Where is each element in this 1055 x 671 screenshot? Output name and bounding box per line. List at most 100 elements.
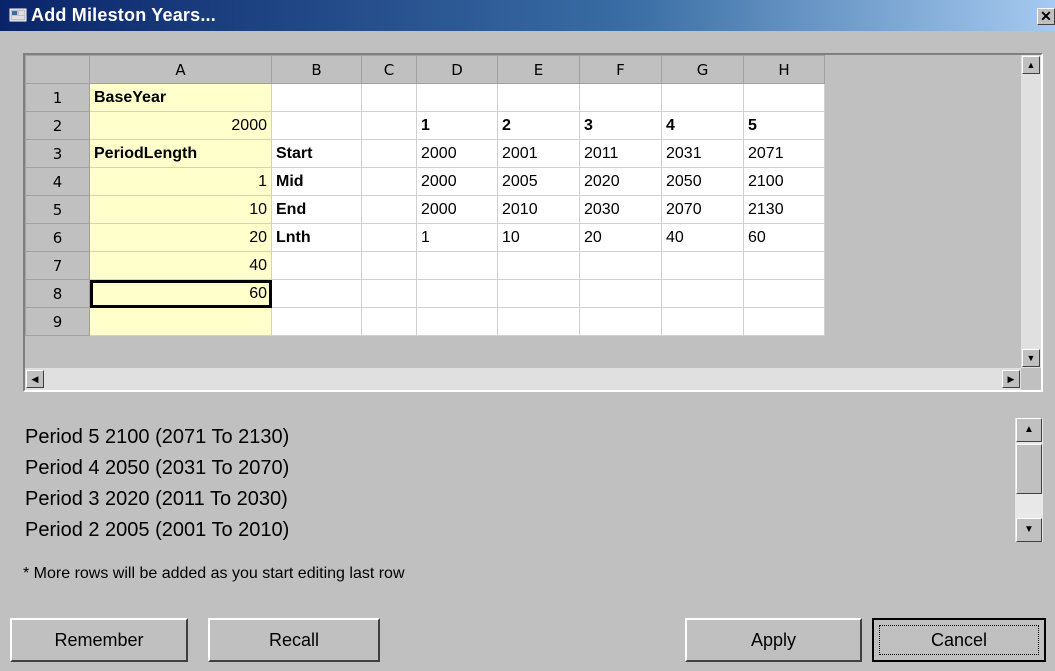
grid-cell-a3[interactable]: PeriodLength	[89, 139, 272, 168]
grid-cell-e8[interactable]	[497, 279, 580, 308]
grid-corner-header[interactable]	[25, 55, 90, 84]
scroll-up-button[interactable]: ▲	[1022, 56, 1040, 74]
row-header[interactable]: 3	[25, 139, 90, 168]
grid-cell-f3[interactable]: 2011	[579, 139, 662, 168]
grid-cell-h2[interactable]: 5	[743, 111, 825, 140]
grid-cell-b9[interactable]	[271, 307, 362, 336]
grid-cell-f5[interactable]: 2030	[579, 195, 662, 224]
grid-cell-d1[interactable]	[416, 83, 498, 112]
column-header-h[interactable]: H	[743, 55, 825, 84]
grid-cell-b2[interactable]	[271, 111, 362, 140]
list-item[interactable]: Period 5 2100 (2071 To 2130)	[25, 422, 1005, 453]
grid-cell-f7[interactable]	[579, 251, 662, 280]
grid-cell-g6[interactable]: 40	[661, 223, 744, 252]
grid-cell-f6[interactable]: 20	[579, 223, 662, 252]
scroll-left-button[interactable]: ◀	[26, 370, 44, 388]
row-header[interactable]: 8	[25, 279, 90, 308]
scroll-down-button[interactable]: ▼	[1022, 349, 1040, 367]
grid-cell-h3[interactable]: 2071	[743, 139, 825, 168]
grid-cell-d2[interactable]: 1	[416, 111, 498, 140]
column-header-f[interactable]: F	[579, 55, 662, 84]
grid-cell-g2[interactable]: 4	[661, 111, 744, 140]
grid-cell-e1[interactable]	[497, 83, 580, 112]
grid-cell-c6[interactable]	[361, 223, 417, 252]
recall-button[interactable]: Recall	[208, 618, 380, 662]
grid-cell-c5[interactable]	[361, 195, 417, 224]
grid-horizontal-scrollbar[interactable]: ◀ ▶	[25, 368, 1021, 390]
spreadsheet-grid[interactable]: ABCDEFGH 1 BaseYear 2 2000 1 2 3 4 5 3 PeriodLengt…	[23, 53, 1043, 392]
period-list[interactable]: Period 5 2100 (2071 To 2130) Period 4 20…	[25, 422, 1005, 546]
grid-cell-g4[interactable]: 2050	[661, 167, 744, 196]
column-header-g[interactable]: G	[661, 55, 744, 84]
grid-cell-g1[interactable]	[661, 83, 744, 112]
column-header-a[interactable]: A	[89, 55, 272, 84]
column-header-c[interactable]: C	[361, 55, 417, 84]
grid-cell-f1[interactable]	[579, 83, 662, 112]
grid-cell-c4[interactable]	[361, 167, 417, 196]
row-header[interactable]: 6	[25, 223, 90, 252]
grid-cell-e3[interactable]: 2001	[497, 139, 580, 168]
grid-cell-h9[interactable]	[743, 307, 825, 336]
grid-cell-h5[interactable]: 2130	[743, 195, 825, 224]
grid-cell-c3[interactable]	[361, 139, 417, 168]
grid-cell-g9[interactable]	[661, 307, 744, 336]
grid-cell-d4[interactable]: 2000	[416, 167, 498, 196]
grid-cell-g7[interactable]	[661, 251, 744, 280]
grid-cell-h6[interactable]: 60	[743, 223, 825, 252]
grid-cell-d8[interactable]	[416, 279, 498, 308]
row-header[interactable]: 4	[25, 167, 90, 196]
list-item[interactable]: Period 3 2020 (2011 To 2030)	[25, 484, 1005, 515]
grid-cell-c2[interactable]	[361, 111, 417, 140]
grid-cell-a4[interactable]: 1	[89, 167, 272, 196]
grid-cell-c7[interactable]	[361, 251, 417, 280]
remember-button[interactable]: Remember	[10, 618, 188, 662]
grid-cell-b7[interactable]	[271, 251, 362, 280]
list-item[interactable]: Period 2 2005 (2001 To 2010)	[25, 515, 1005, 546]
grid-cell-g5[interactable]: 2070	[661, 195, 744, 224]
row-header[interactable]: 7	[25, 251, 90, 280]
grid-cell-a2[interactable]: 2000	[89, 111, 272, 140]
grid-cell-d3[interactable]: 2000	[416, 139, 498, 168]
grid-cell-h7[interactable]	[743, 251, 825, 280]
grid-cell-b4[interactable]: Mid	[271, 167, 362, 196]
grid-cell-f2[interactable]: 3	[579, 111, 662, 140]
grid-cell-d9[interactable]	[416, 307, 498, 336]
grid-cell-e5[interactable]: 2010	[497, 195, 580, 224]
grid-cell-f9[interactable]	[579, 307, 662, 336]
grid-cell-f8[interactable]	[579, 279, 662, 308]
grid-cell-h4[interactable]: 2100	[743, 167, 825, 196]
grid-cell-a9[interactable]	[89, 307, 272, 336]
cancel-button[interactable]: Cancel	[872, 618, 1046, 662]
grid-cell-e7[interactable]	[497, 251, 580, 280]
list-scroll-thumb[interactable]	[1016, 444, 1042, 494]
grid-vertical-scrollbar[interactable]: ▲ ▼	[1021, 55, 1041, 368]
list-item[interactable]: Period 4 2050 (2031 To 2070)	[25, 453, 1005, 484]
row-header[interactable]: 2	[25, 111, 90, 140]
grid-cell-d7[interactable]	[416, 251, 498, 280]
grid-cell-f4[interactable]: 2020	[579, 167, 662, 196]
row-header[interactable]: 5	[25, 195, 90, 224]
grid-cell-a8[interactable]: 60	[89, 279, 272, 308]
grid-cell-e6[interactable]: 10	[497, 223, 580, 252]
grid-cell-a7[interactable]: 40	[89, 251, 272, 280]
grid-cell-b5[interactable]: End	[271, 195, 362, 224]
grid-cell-c1[interactable]	[361, 83, 417, 112]
close-button[interactable]: ✕	[1037, 8, 1055, 25]
grid-cell-a5[interactable]: 10	[89, 195, 272, 224]
grid-cell-e4[interactable]: 2005	[497, 167, 580, 196]
column-header-b[interactable]: B	[271, 55, 362, 84]
grid-cell-c8[interactable]	[361, 279, 417, 308]
column-header-d[interactable]: D	[416, 55, 498, 84]
grid-cell-a1[interactable]: BaseYear	[89, 83, 272, 112]
column-header-e[interactable]: E	[497, 55, 580, 84]
grid-cell-b6[interactable]: Lnth	[271, 223, 362, 252]
grid-cell-b1[interactable]	[271, 83, 362, 112]
grid-cell-g8[interactable]	[661, 279, 744, 308]
apply-button[interactable]: Apply	[685, 618, 862, 662]
grid-cell-b8[interactable]	[271, 279, 362, 308]
list-scroll-up-button[interactable]: ▲	[1016, 418, 1042, 442]
row-header[interactable]: 9	[25, 307, 90, 336]
scroll-right-button[interactable]: ▶	[1002, 370, 1020, 388]
row-header[interactable]: 1	[25, 83, 90, 112]
grid-cell-c9[interactable]	[361, 307, 417, 336]
